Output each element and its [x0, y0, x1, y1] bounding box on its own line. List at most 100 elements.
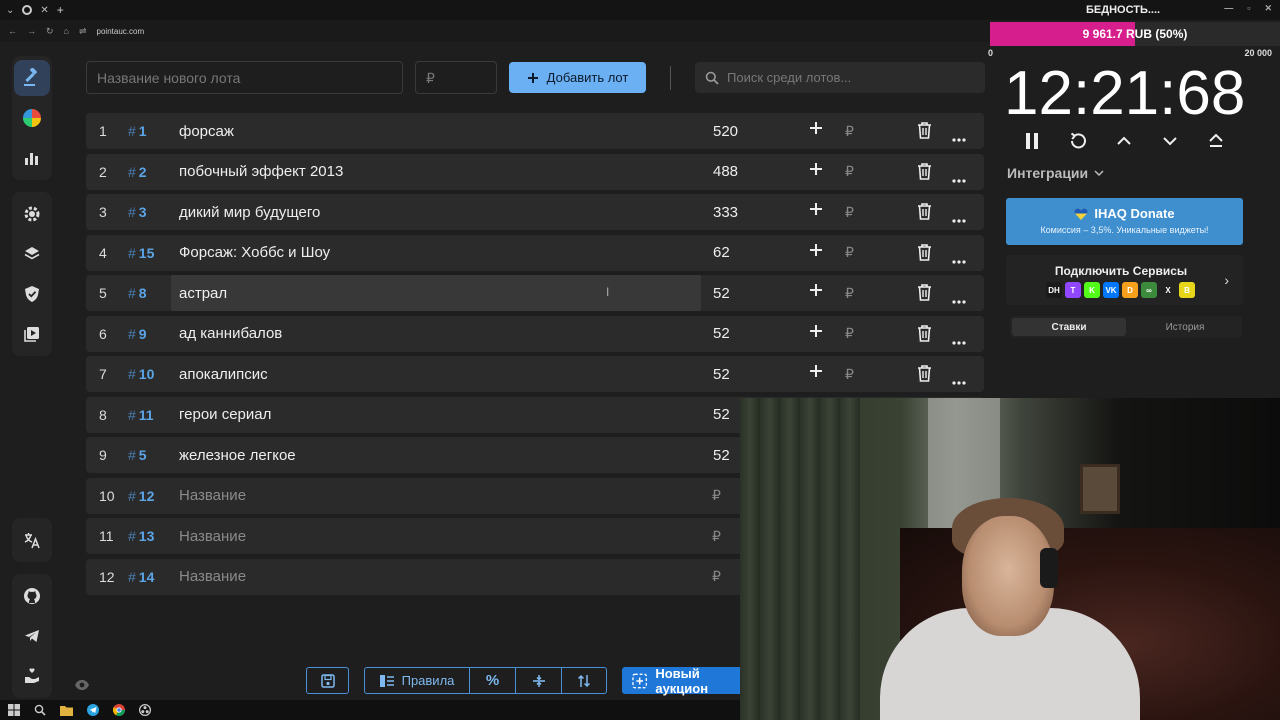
integrations-dropdown[interactable]: Интеграции	[1007, 165, 1104, 181]
reduce-time-button[interactable]	[1158, 129, 1182, 153]
save-button[interactable]	[306, 667, 349, 694]
sidebar-item-moderation[interactable]	[14, 276, 50, 312]
double-time-button[interactable]	[1204, 129, 1228, 153]
forward-icon[interactable]: →	[27, 26, 36, 36]
lot-name[interactable]: герои сериал	[179, 406, 271, 423]
lot-name[interactable]: ад каннибалов	[179, 325, 282, 342]
add-lot-button[interactable]: Добавить лот	[509, 62, 646, 93]
obs-icon[interactable]	[139, 704, 151, 716]
amount-input-ruble[interactable]: ₽	[845, 163, 854, 180]
add-time-button[interactable]	[1112, 129, 1136, 153]
search-icon[interactable]	[34, 704, 46, 716]
delete-lot-button[interactable]	[917, 243, 932, 265]
connect-services-card[interactable]: Подключить Сервисы DH T K VK D ∞ X B ›	[1006, 255, 1243, 305]
sidebar-item-settings[interactable]	[14, 196, 50, 232]
lot-name-placeholder[interactable]: Название	[179, 528, 246, 545]
lot-name[interactable]: апокалипсис	[179, 366, 268, 383]
lot-menu-button[interactable]	[952, 372, 966, 389]
add-amount-button[interactable]	[808, 282, 824, 302]
site-info-icon[interactable]: ⇌	[79, 26, 87, 37]
new-tab-icon[interactable]: +	[57, 3, 64, 17]
donatepay-icon[interactable]: D	[1122, 282, 1138, 298]
chrome-icon[interactable]	[113, 704, 125, 716]
sidebar-item-video[interactable]	[14, 316, 50, 352]
delete-lot-button[interactable]	[917, 202, 932, 224]
tab-list-chevron-icon[interactable]: ⌄	[6, 5, 14, 16]
lot-menu-button[interactable]	[952, 332, 966, 349]
lot-menu-button[interactable]	[952, 251, 966, 268]
link-icon[interactable]: ∞	[1141, 282, 1157, 298]
minimize-icon[interactable]: —	[1224, 3, 1233, 14]
kick-icon[interactable]: K	[1084, 282, 1100, 298]
lot-name[interactable]: железное легкое	[179, 447, 296, 464]
amount-input-ruble[interactable]: ₽	[845, 123, 854, 140]
new-lot-price-input[interactable]	[415, 61, 497, 94]
add-amount-button[interactable]	[808, 161, 824, 181]
amount-input-ruble[interactable]: ₽	[712, 528, 721, 545]
sidebar-item-layers[interactable]	[14, 236, 50, 272]
lot-name[interactable]: Форсаж: Хоббс и Шоу	[179, 244, 330, 261]
sidebar-item-telegram[interactable]	[14, 618, 50, 654]
back-icon[interactable]: ←	[8, 26, 17, 36]
telegram-icon[interactable]	[87, 704, 99, 716]
sort-button[interactable]	[562, 668, 606, 693]
new-auction-button[interactable]: Новый аукцион	[622, 666, 752, 696]
home-icon[interactable]: ⌂	[64, 26, 69, 36]
delete-lot-button[interactable]	[917, 283, 932, 305]
boosty-icon[interactable]: B	[1179, 282, 1195, 298]
sidebar-item-language[interactable]	[14, 522, 50, 558]
x-icon[interactable]: X	[1160, 282, 1176, 298]
lot-name[interactable]: побочный эффект 2013	[179, 163, 343, 180]
sidebar-item-stats[interactable]	[14, 140, 50, 176]
new-lot-name-input[interactable]	[86, 61, 403, 94]
amount-input-ruble[interactable]: ₽	[845, 285, 854, 302]
donationhub-icon[interactable]: DH	[1046, 282, 1062, 298]
close-window-icon[interactable]: ✕	[1264, 3, 1272, 14]
search-input[interactable]	[727, 70, 985, 85]
pause-button[interactable]	[1020, 129, 1044, 153]
add-amount-button[interactable]	[808, 323, 824, 343]
amount-input-ruble[interactable]: ₽	[712, 487, 721, 504]
sidebar-item-github[interactable]	[14, 578, 50, 614]
amount-input-ruble[interactable]: ₽	[845, 204, 854, 221]
lot-name[interactable]: форсаж	[179, 123, 234, 140]
restore-icon[interactable]: ▫	[1247, 3, 1250, 14]
align-button[interactable]	[516, 668, 562, 693]
browser-tab[interactable]	[22, 5, 33, 15]
lot-name-placeholder[interactable]: Название	[179, 568, 246, 585]
lot-search[interactable]	[695, 62, 985, 93]
twitch-icon[interactable]: T	[1065, 282, 1081, 298]
sidebar-item-wheel[interactable]	[14, 100, 50, 136]
sidebar-item-auction[interactable]	[14, 60, 50, 96]
sidebar-item-donate[interactable]	[14, 658, 50, 694]
amount-input-ruble[interactable]: ₽	[845, 325, 854, 342]
lot-name[interactable]: астрал	[179, 285, 227, 302]
lot-menu-button[interactable]	[952, 291, 966, 308]
rules-button[interactable]: Правила	[365, 668, 470, 693]
tab-close-icon[interactable]: ✕	[40, 5, 48, 16]
add-amount-button[interactable]	[808, 363, 824, 383]
delete-lot-button[interactable]	[917, 162, 932, 184]
vk-icon[interactable]: VK	[1103, 282, 1119, 298]
windows-start-icon[interactable]	[8, 704, 20, 716]
ihaq-donate-card[interactable]: IHAQ Donate Комиссия – 3,5%. Уникальные …	[1006, 198, 1243, 245]
delete-lot-button[interactable]	[917, 364, 932, 386]
amount-input-ruble[interactable]: ₽	[845, 244, 854, 261]
add-amount-button[interactable]	[808, 242, 824, 262]
lot-menu-button[interactable]	[952, 170, 966, 187]
tab-history[interactable]: История	[1128, 316, 1242, 338]
visibility-toggle[interactable]	[74, 678, 90, 696]
lot-name[interactable]: дикий мир будущего	[179, 204, 320, 221]
lot-menu-button[interactable]	[952, 210, 966, 227]
lot-menu-button[interactable]	[952, 129, 966, 146]
amount-input-ruble[interactable]: ₽	[845, 366, 854, 383]
reload-icon[interactable]: ↻	[46, 26, 54, 37]
amount-input-ruble[interactable]: ₽	[712, 568, 721, 585]
percent-button[interactable]: %	[470, 668, 516, 693]
add-amount-button[interactable]	[808, 120, 824, 140]
tab-bids[interactable]: Ставки	[1012, 318, 1126, 336]
folder-icon[interactable]	[60, 705, 73, 716]
lot-name-placeholder[interactable]: Название	[179, 487, 246, 504]
reset-timer-button[interactable]	[1066, 129, 1090, 153]
add-amount-button[interactable]	[808, 201, 824, 221]
